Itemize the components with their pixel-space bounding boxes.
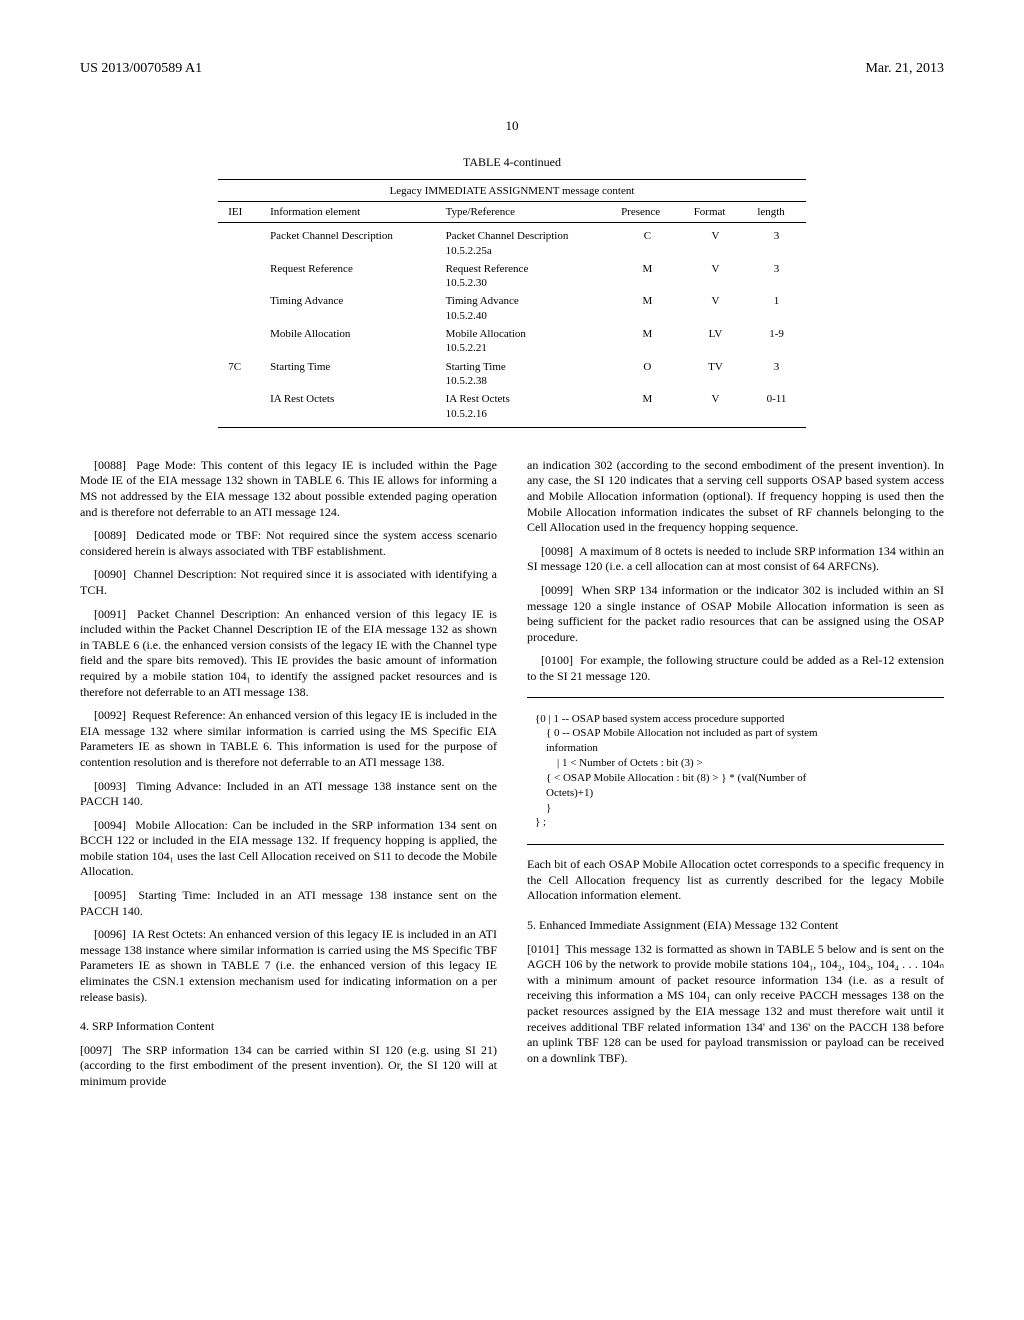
- para-0092: [0092] Request Reference: An enhanced ve…: [80, 708, 497, 770]
- left-column: [0088] Page Mode: This content of this l…: [80, 458, 497, 1098]
- table-row: Request ReferenceRequest Reference10.5.2…: [218, 260, 806, 293]
- th-presence: Presence: [611, 201, 684, 222]
- legacy-ia-table: Legacy IMMEDIATE ASSIGNMENT message cont…: [218, 179, 806, 428]
- para-0090: [0090] Channel Description: Not required…: [80, 567, 497, 598]
- table-caption: TABLE 4-continued: [80, 155, 944, 171]
- heading-srp: 4. SRP Information Content: [80, 1019, 497, 1035]
- para-cont: an indication 302 (according to the seco…: [527, 458, 944, 536]
- para-0097: [0097] The SRP information 134 can be ca…: [80, 1043, 497, 1090]
- para-0094: [0094] Mobile Allocation: Can be include…: [80, 818, 497, 880]
- para-0088: [0088] Page Mode: This content of this l…: [80, 458, 497, 520]
- publication-date: Mar. 21, 2013: [865, 60, 944, 78]
- th-iei: IEI: [218, 201, 260, 222]
- publication-number: US 2013/0070589 A1: [80, 60, 202, 78]
- code-structure: {0 | 1 -- OSAP based system access proce…: [527, 697, 944, 846]
- right-column: an indication 302 (according to the seco…: [527, 458, 944, 1098]
- page-header: US 2013/0070589 A1 Mar. 21, 2013: [80, 60, 944, 78]
- para-0093: [0093] Timing Advance: Included in an AT…: [80, 779, 497, 810]
- para-0098: [0098] A maximum of 8 octets is needed t…: [527, 544, 944, 575]
- th-format: Format: [684, 201, 748, 222]
- page-number: 10: [80, 118, 944, 135]
- para-0089: [0089] Dedicated mode or TBF: Not requir…: [80, 528, 497, 559]
- para-0096: [0096] IA Rest Octets: An enhanced versi…: [80, 927, 497, 1005]
- para-after-code: Each bit of each OSAP Mobile Allocation …: [527, 857, 944, 904]
- para-0091: [0091] Packet Channel Description: An en…: [80, 607, 497, 701]
- th-type: Type/Reference: [436, 201, 612, 222]
- para-0099: [0099] When SRP 134 information or the i…: [527, 583, 944, 645]
- table-subcaption: Legacy IMMEDIATE ASSIGNMENT message cont…: [390, 185, 635, 197]
- th-length: length: [747, 201, 805, 222]
- table-row: 7CStarting TimeStarting Time10.5.2.38OTV…: [218, 358, 806, 391]
- heading-eia: 5. Enhanced Immediate Assignment (EIA) M…: [527, 918, 944, 934]
- table-row: IA Rest OctetsIA Rest Octets10.5.2.16MV0…: [218, 390, 806, 427]
- th-ie: Information element: [260, 201, 436, 222]
- table-row: Timing AdvanceTiming Advance10.5.2.40MV1: [218, 292, 806, 325]
- para-0100: [0100] For example, the following struct…: [527, 653, 944, 684]
- table-row: Mobile AllocationMobile Allocation10.5.2…: [218, 325, 806, 358]
- para-0101: [0101] This message 132 is formatted as …: [527, 942, 944, 1067]
- para-0095: [0095] Starting Time: Included in an ATI…: [80, 888, 497, 919]
- table-row: Packet Channel DescriptionPacket Channel…: [218, 223, 806, 260]
